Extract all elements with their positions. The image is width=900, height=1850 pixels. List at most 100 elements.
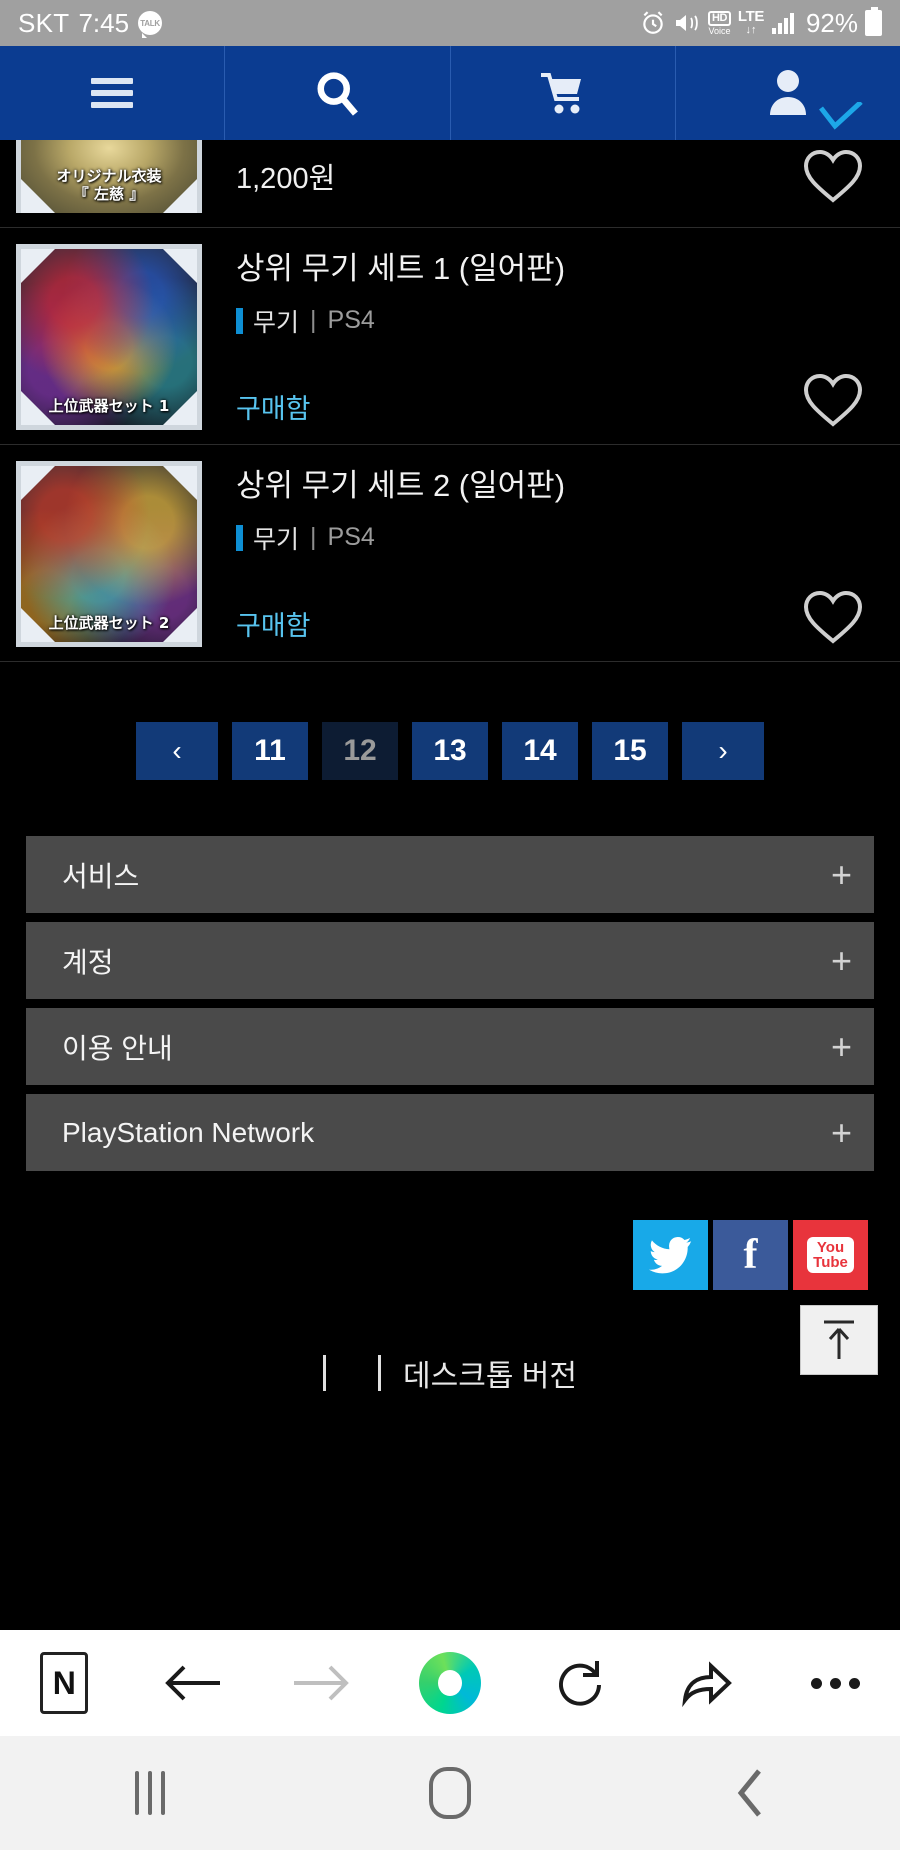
home-pill-icon bbox=[429, 1767, 471, 1819]
pagination-page-11[interactable]: 11 bbox=[232, 722, 308, 780]
youtube-line2: Tube bbox=[813, 1254, 848, 1271]
hamburger-menu-icon bbox=[91, 72, 134, 114]
expand-plus-icon: + bbox=[830, 853, 852, 895]
site-nav-bar bbox=[0, 46, 900, 140]
desktop-version-checkbox[interactable] bbox=[323, 1355, 382, 1391]
desktop-version-label: 데스크톱 버전 bbox=[403, 1360, 577, 1391]
pagination-next-button[interactable]: › bbox=[682, 722, 764, 780]
thumbnail-caption: 上位武器セット 1 bbox=[48, 397, 170, 416]
product-thumbnail[interactable]: 上位武器セット 1 bbox=[16, 244, 202, 430]
thumbnail-corner-shine bbox=[21, 179, 55, 213]
browser-whale-button[interactable] bbox=[386, 1652, 515, 1714]
browser-back-button[interactable] bbox=[129, 1658, 258, 1708]
product-platform: PS4 bbox=[327, 523, 375, 552]
youtube-link[interactable]: You Tube bbox=[793, 1220, 868, 1290]
product-thumbnail[interactable]: 上位武器セット 2 bbox=[16, 461, 202, 647]
signal-bars-icon bbox=[771, 13, 794, 34]
nav-cart-button[interactable] bbox=[451, 46, 676, 140]
lte-arrows: ↓↑ bbox=[745, 24, 757, 37]
accordion-label: 계정 bbox=[62, 946, 114, 978]
pagination-page-12-current[interactable]: 12 bbox=[322, 722, 398, 780]
product-info: 상위 무기 세트 2 (일어판) 무기 | PS4 구매함 bbox=[202, 461, 900, 647]
browser-more-button[interactable] bbox=[771, 1677, 900, 1689]
browser-naver-home-button[interactable]: N bbox=[0, 1652, 129, 1714]
pagination-page-14[interactable]: 14 bbox=[502, 722, 578, 780]
android-home-button[interactable] bbox=[300, 1767, 600, 1819]
android-back-button[interactable] bbox=[600, 1767, 900, 1819]
browser-share-button[interactable] bbox=[643, 1658, 772, 1708]
android-navigation-bar bbox=[0, 1736, 900, 1850]
thumbnail-caption: 上位武器セット 2 bbox=[48, 614, 170, 633]
product-list: オリジナル衣装『 左慈 』 1,200원 上位武器セット 1 상위 무기 세트 … bbox=[0, 140, 900, 662]
refresh-icon bbox=[558, 1661, 601, 1706]
more-horizontal-icon bbox=[811, 1677, 861, 1689]
hd-label: HD bbox=[708, 10, 731, 26]
nav-search-button[interactable] bbox=[225, 46, 451, 140]
share-arrow-icon bbox=[682, 1661, 733, 1708]
footer-accordion: 서비스 + 계정 + 이용 안내 + PlayStation Network + bbox=[0, 826, 900, 1171]
shopping-cart-icon bbox=[540, 73, 581, 114]
thumbnail-corner-shine bbox=[21, 249, 55, 283]
account-verified-checkmark-icon bbox=[819, 102, 863, 130]
battery-percent: 92% bbox=[805, 7, 858, 38]
accordion-item-services[interactable]: 서비스 + bbox=[26, 836, 874, 913]
list-item[interactable]: オリジナル衣装『 左慈 』 1,200원 bbox=[0, 140, 900, 228]
battery-icon bbox=[865, 7, 882, 36]
product-meta: 무기 | PS4 bbox=[236, 303, 900, 339]
accordion-item-playstation-network[interactable]: PlayStation Network + bbox=[26, 1094, 874, 1171]
arrow-left-icon bbox=[165, 1665, 220, 1701]
user-account-icon bbox=[769, 70, 806, 115]
list-item[interactable]: 上位武器セット 2 상위 무기 세트 2 (일어판) 무기 | PS4 구매함 bbox=[0, 445, 900, 662]
twitter-bird-icon bbox=[648, 1236, 691, 1274]
facebook-link[interactable]: f bbox=[713, 1220, 788, 1290]
desktop-version-toggle[interactable]: 데스크톱 버전 bbox=[0, 1355, 900, 1391]
lte-label: LTE bbox=[737, 8, 764, 26]
product-title: 상위 무기 세트 2 (일어판) bbox=[236, 468, 566, 503]
youtube-icon: You Tube bbox=[807, 1236, 854, 1274]
alarm-clock-icon bbox=[643, 11, 663, 34]
pagination: ‹ 11 12 13 14 15 › bbox=[0, 662, 900, 826]
product-platform: PS4 bbox=[327, 306, 375, 335]
pagination-page-15[interactable]: 15 bbox=[592, 722, 668, 780]
volume-mute-icon bbox=[676, 15, 698, 31]
recent-apps-icon bbox=[135, 1771, 165, 1815]
nav-account-button[interactable] bbox=[676, 46, 900, 140]
facebook-f-icon: f bbox=[743, 1232, 758, 1278]
thumbnail-caption: オリジナル衣装『 左慈 』 bbox=[56, 166, 162, 204]
voice-label: Voice bbox=[708, 25, 731, 36]
status-bar-left: SKT 7:45 TALK bbox=[18, 7, 163, 39]
twitter-link[interactable] bbox=[633, 1220, 708, 1290]
clock-time: 7:45 bbox=[78, 7, 130, 38]
carrier-name: SKT bbox=[18, 7, 70, 38]
accordion-label: 서비스 bbox=[62, 860, 140, 892]
category-marker bbox=[236, 524, 243, 551]
pagination-prev-button[interactable]: ‹ bbox=[136, 722, 218, 780]
product-category: 무기 bbox=[253, 308, 300, 337]
browser-forward-button[interactable] bbox=[257, 1658, 386, 1708]
status-bar-right: HD Voice LTE ↓↑ 92% bbox=[640, 7, 882, 39]
product-category: 무기 bbox=[253, 525, 300, 554]
wishlist-heart-icon[interactable] bbox=[802, 148, 864, 204]
product-thumbnail[interactable]: オリジナル衣装『 左慈 』 bbox=[16, 140, 202, 213]
thumbnail-corner-shine bbox=[163, 249, 197, 283]
meta-divider: | bbox=[310, 306, 317, 335]
purchase-status-badge: 구매함 bbox=[236, 611, 311, 641]
whale-logo-icon bbox=[419, 1652, 482, 1714]
nav-menu-button[interactable] bbox=[0, 46, 226, 140]
browser-toolbar: N bbox=[0, 1630, 900, 1736]
product-info: 상위 무기 세트 1 (일어판) 무기 | PS4 구매함 bbox=[202, 244, 900, 430]
accordion-item-account[interactable]: 계정 + bbox=[26, 922, 874, 999]
wishlist-heart-icon[interactable] bbox=[802, 589, 864, 645]
thumbnail-corner-shine bbox=[163, 466, 197, 500]
pagination-page-13[interactable]: 13 bbox=[412, 722, 488, 780]
product-meta: 무기 | PS4 bbox=[236, 520, 900, 556]
status-bar: SKT 7:45 TALK HD Voice LTE ↓↑ 92% bbox=[0, 0, 900, 46]
list-item[interactable]: 上位武器セット 1 상위 무기 세트 1 (일어판) 무기 | PS4 구매함 bbox=[0, 228, 900, 445]
product-price: 1,200원 bbox=[236, 163, 336, 195]
android-recents-button[interactable] bbox=[0, 1771, 300, 1815]
lte-icon: LTE ↓↑ bbox=[738, 9, 764, 36]
browser-reload-button[interactable] bbox=[514, 1657, 643, 1709]
arrow-right-icon bbox=[294, 1665, 350, 1701]
accordion-item-usage-guide[interactable]: 이용 안내 + bbox=[26, 1008, 874, 1085]
wishlist-heart-icon[interactable] bbox=[802, 372, 864, 428]
